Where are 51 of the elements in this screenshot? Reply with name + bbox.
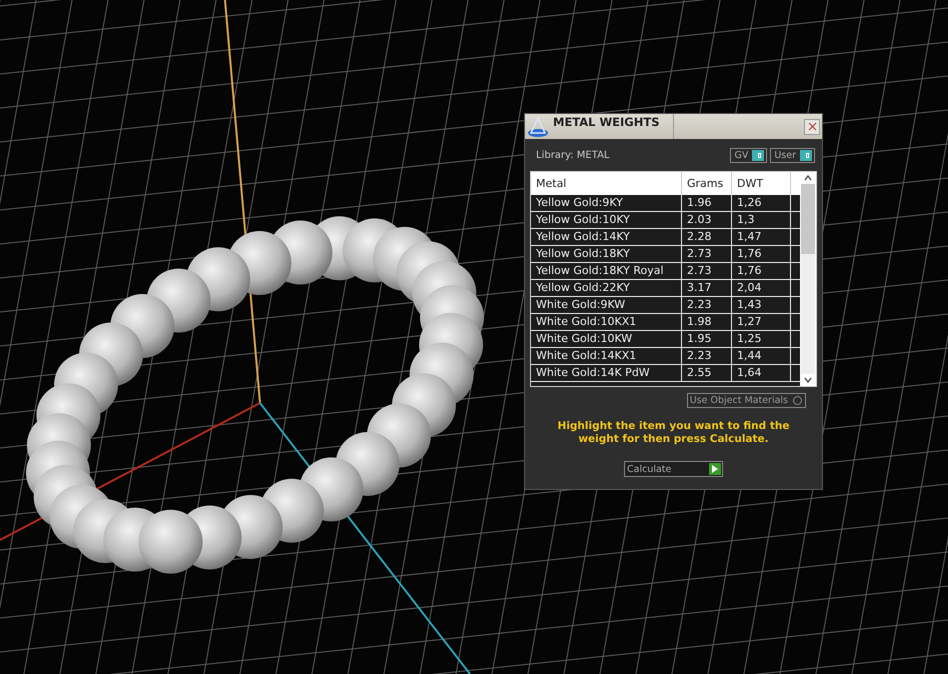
scroll-up-icon[interactable]: [804, 175, 812, 181]
table-cell: 2.23: [682, 297, 732, 313]
table-cell: 1,27: [732, 314, 791, 330]
table-cell: 1.98: [682, 314, 732, 330]
table-cell: 1,76: [732, 246, 791, 262]
table-cell: 1,25: [732, 331, 791, 347]
table-cell: 1,64: [732, 365, 791, 381]
table-cell: 1,44: [732, 348, 791, 364]
table-cell: 1,47: [732, 229, 791, 245]
table-cell: White Gold:10KX1: [531, 314, 682, 330]
table-cell: Yellow Gold:18KY: [531, 246, 682, 262]
table-cell: 2.73: [682, 263, 732, 279]
table-cell: 2.23: [682, 348, 732, 364]
use-object-materials-checkbox[interactable]: Use Object Materials: [686, 393, 806, 408]
table-cell: White Gold:14KX1: [531, 348, 682, 364]
table-cell: 1,26: [732, 195, 791, 211]
scrollbar[interactable]: [800, 172, 816, 386]
table-cell: White Gold:10KW: [531, 331, 682, 347]
table-cell: Yellow Gold:10KY: [531, 212, 682, 228]
table-cell: Yellow Gold:14KY: [531, 229, 682, 245]
close-icon: [808, 122, 816, 131]
table-cell: Yellow Gold:18KY Royal: [531, 263, 682, 279]
table-cell: 1.95: [682, 331, 732, 347]
instruction-text: Highlight the item you want to find the weight for then press Calculate.: [556, 420, 790, 446]
table-cell: White Gold:9KW: [531, 297, 682, 313]
library-label: Library: METAL: [536, 150, 610, 160]
table-cell: 1.96: [682, 195, 732, 211]
table-cell: Yellow Gold:22KY: [531, 280, 682, 296]
table-cell: 1,43: [732, 297, 791, 313]
toggle-switch[interactable]: User: [770, 148, 815, 162]
play-icon: [709, 463, 721, 475]
table-cell: 3.17: [682, 280, 732, 296]
toggle-switch[interactable]: GV: [730, 148, 768, 162]
calculate-button[interactable]: Calculate: [624, 461, 723, 477]
table-cell: 2.28: [682, 229, 732, 245]
table-cell: 2,04: [732, 280, 791, 296]
column-header[interactable]: Metal: [531, 172, 682, 195]
scroll-down-icon[interactable]: [804, 377, 812, 383]
table-cell: 2.03: [682, 212, 732, 228]
column-header[interactable]: DWT: [732, 172, 791, 195]
table-cell: White Gold:14K PdW: [531, 365, 682, 381]
pyramid-logo-icon: [527, 116, 549, 138]
column-header[interactable]: Grams: [682, 172, 732, 195]
table-cell: 2.55: [682, 365, 732, 381]
close-button[interactable]: [804, 118, 820, 134]
table-cell: 1,3: [732, 212, 791, 228]
scrollbar-thumb[interactable]: [801, 184, 815, 254]
table-cell: 2.73: [682, 246, 732, 262]
table-cell: Yellow Gold:9KY: [531, 195, 682, 211]
table-cell: 1,76: [732, 263, 791, 279]
window-title: METAL WEIGHTS: [553, 114, 674, 139]
